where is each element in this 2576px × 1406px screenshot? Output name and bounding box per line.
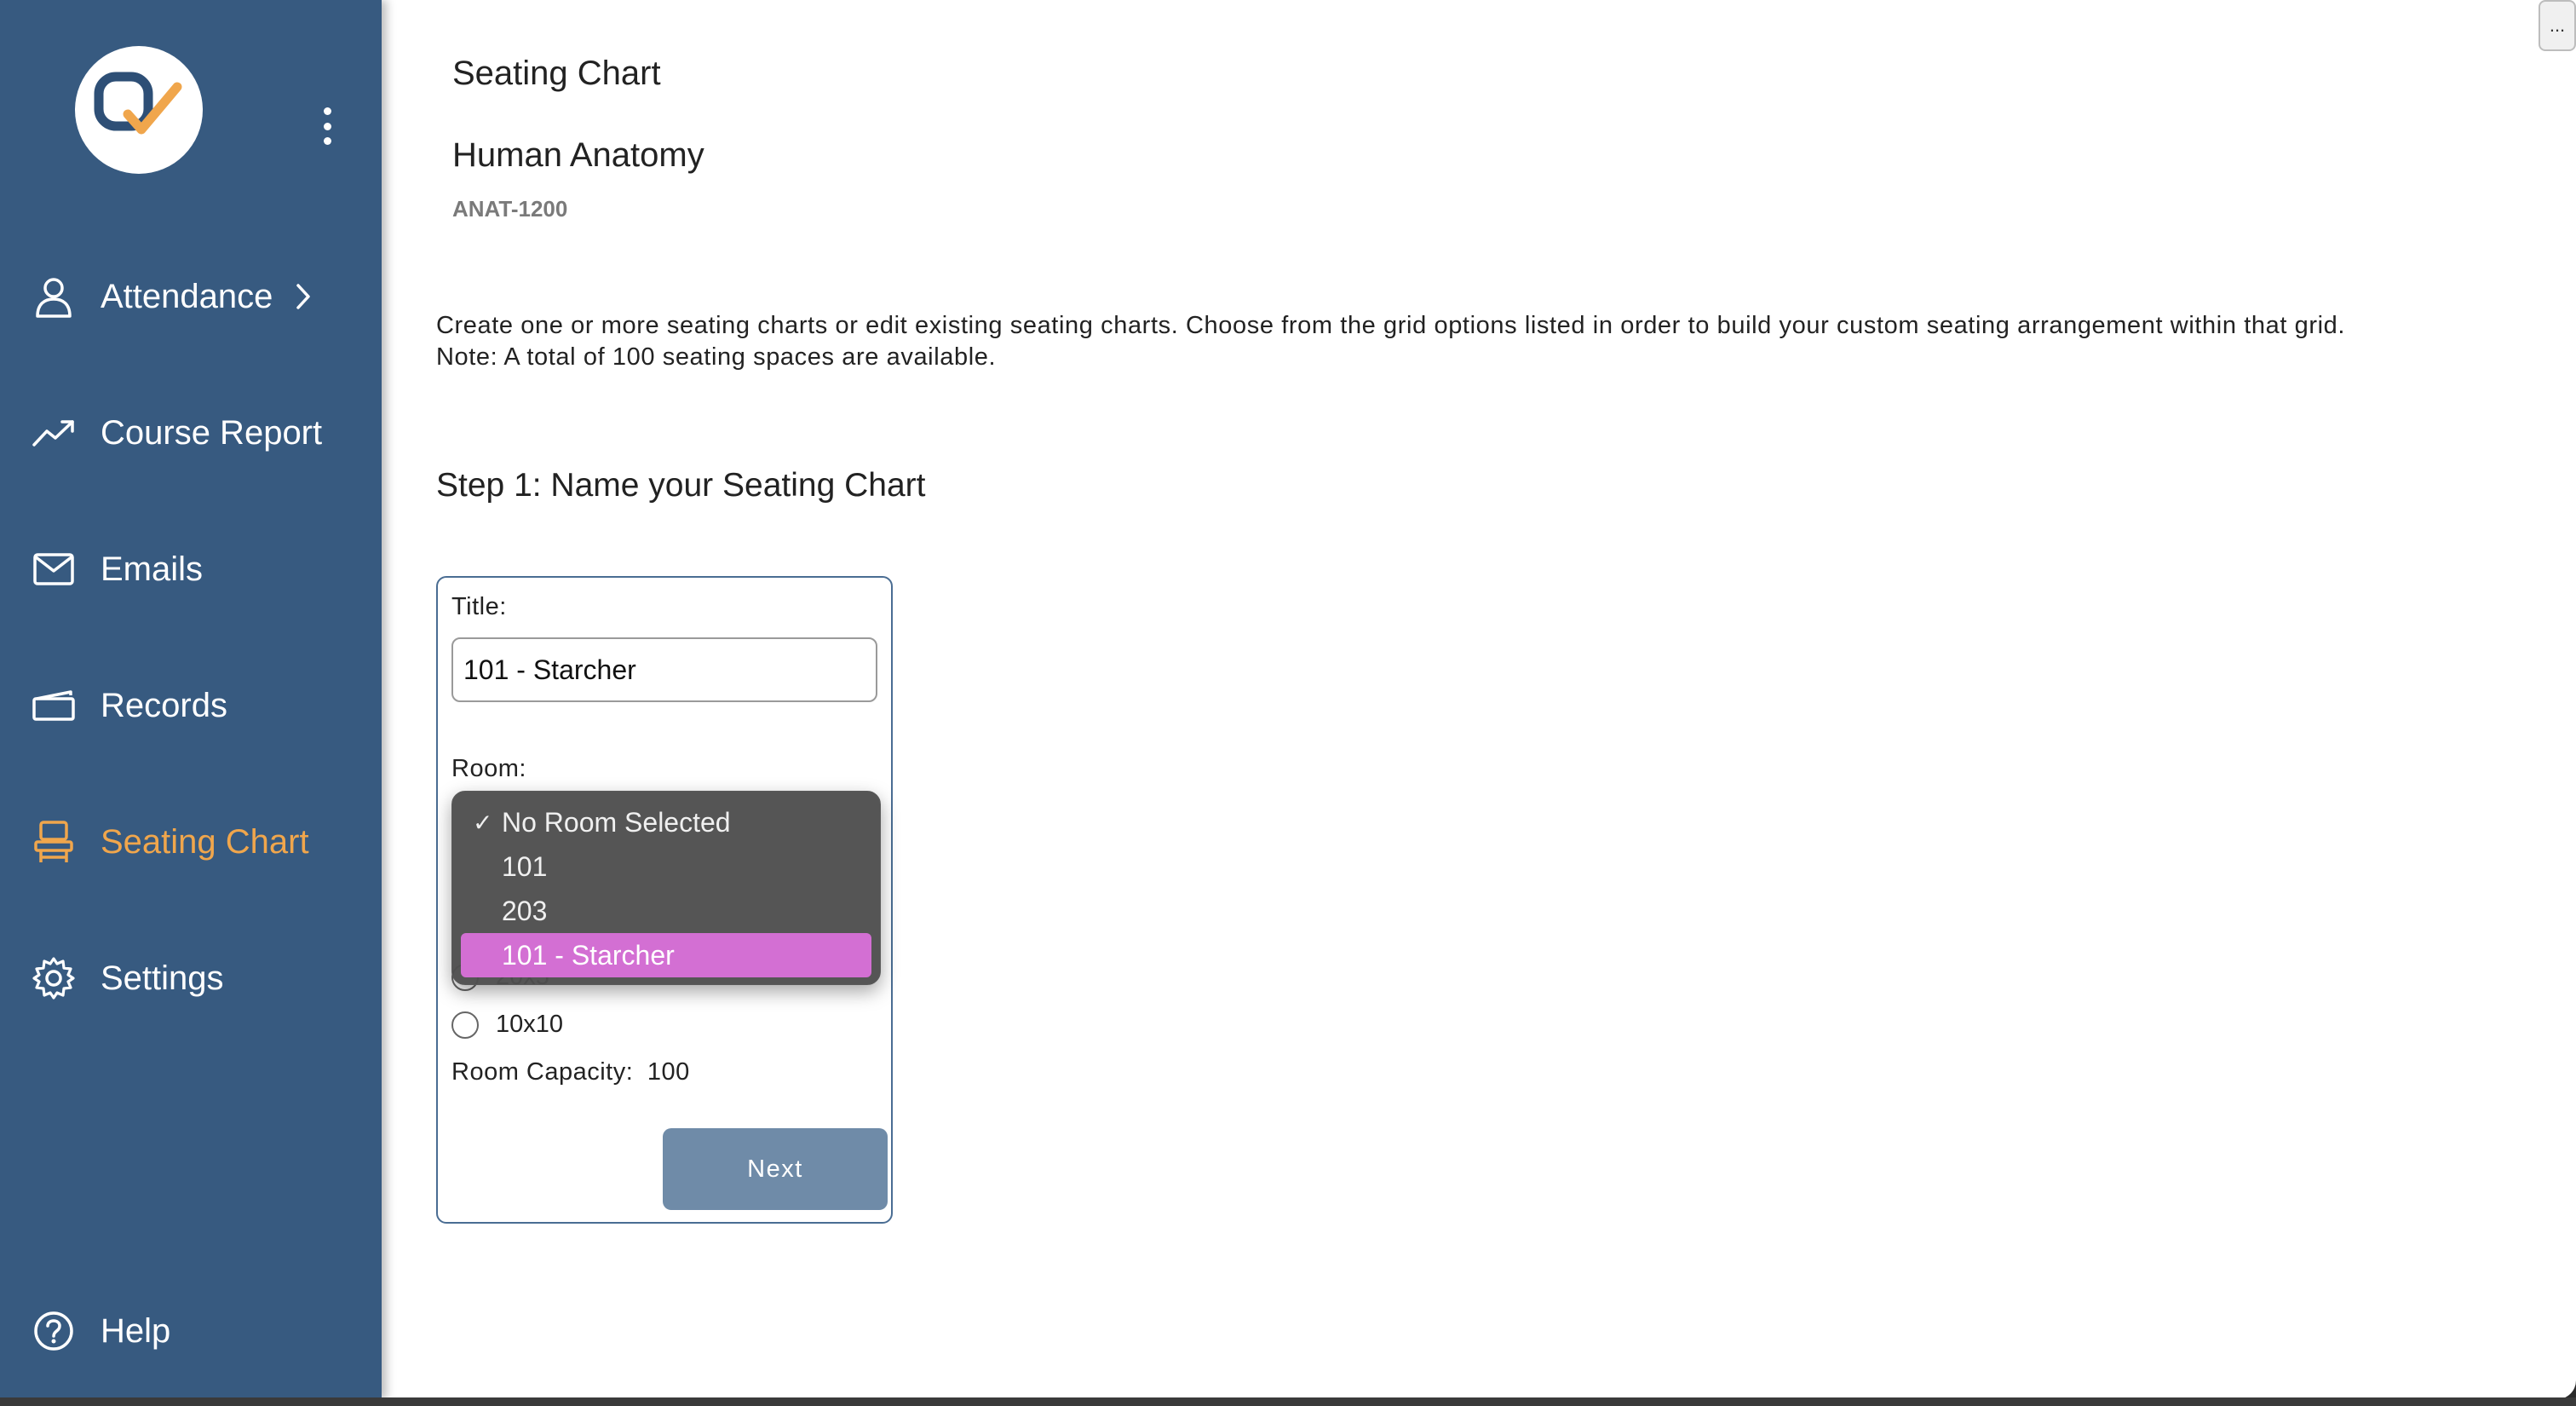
dropdown-option-label: 101 [502, 850, 548, 882]
dropdown-option-label: 203 [502, 895, 548, 926]
room-label: Room: [451, 755, 526, 782]
sidebar-item-records[interactable]: Records [29, 676, 227, 735]
description-line: Create one or more seating charts or edi… [436, 312, 2346, 339]
trending-up-icon [29, 408, 78, 458]
app-logo[interactable] [75, 46, 203, 174]
sidebar-item-course-report[interactable]: Course Report [29, 403, 322, 463]
radio-button[interactable] [451, 1011, 479, 1039]
more-options-icon[interactable] [315, 107, 339, 145]
page-title: Seating Chart [452, 55, 661, 92]
room-dropdown-menu: ✓ No Room Selected 101 203 101 - Starche… [451, 791, 881, 985]
description: Create one or more seating charts or edi… [436, 310, 2345, 373]
room-capacity-label: Room Capacity: [451, 1058, 634, 1086]
records-icon [29, 681, 78, 730]
main-content: Seating Chart Human Anatomy ANAT-1200 Cr… [382, 0, 2576, 1399]
envelope-icon [29, 545, 78, 594]
help-label: Help [101, 1311, 171, 1350]
sidebar-item-seating-chart[interactable]: Seating Chart [29, 812, 309, 872]
chair-icon [29, 817, 78, 867]
next-button[interactable]: Next [663, 1128, 888, 1210]
title-label: Title: [451, 593, 507, 620]
dropdown-option-label: 101 - Starcher [502, 939, 675, 971]
more-button[interactable]: ... [2539, 0, 2576, 51]
dropdown-option-label: No Room Selected [502, 806, 731, 838]
sidebar-item-emails[interactable]: Emails [29, 539, 203, 599]
sidebar-item-attendance[interactable]: Attendance [29, 267, 312, 326]
dropdown-option-no-room[interactable]: ✓ No Room Selected [461, 800, 871, 844]
chevron-right-icon [295, 283, 312, 310]
help-circle-icon [29, 1306, 78, 1356]
room-capacity-value: 100 [647, 1058, 690, 1086]
gear-icon [29, 954, 78, 1003]
course-code: ANAT-1200 [452, 196, 568, 222]
dropdown-option-203[interactable]: 203 [461, 889, 871, 933]
dropdown-option-101[interactable]: 101 [461, 844, 871, 889]
sidebar: Attendance Course Report Emails Records [0, 0, 382, 1399]
sidebar-item-settings[interactable]: Settings [29, 948, 224, 1008]
grid-option-10x10[interactable]: 10x10 [451, 1011, 563, 1039]
sidebar-item-label: Attendance [101, 277, 273, 315]
desktop-edge [0, 1397, 2576, 1406]
logo-check-icon [94, 72, 182, 135]
sidebar-item-label: Emails [101, 550, 204, 588]
sidebar-item-help[interactable]: Help [29, 1301, 170, 1361]
app-window: Attendance Course Report Emails Records [0, 0, 2576, 1399]
course-name: Human Anatomy [452, 136, 704, 174]
title-input[interactable] [451, 637, 877, 702]
sidebar-item-label: Records [101, 686, 227, 724]
description-note: Note: A total of 100 seating spaces are … [436, 343, 997, 371]
grid-option-label: 10x10 [496, 1011, 564, 1038]
sidebar-item-label: Course Report [101, 413, 323, 452]
sidebar-item-label: Seating Chart [101, 822, 309, 861]
step-title: Step 1: Name your Seating Chart [436, 467, 926, 504]
sidebar-item-label: Settings [101, 959, 224, 997]
dropdown-option-101-starcher[interactable]: 101 - Starcher [461, 933, 871, 977]
room-capacity: Room Capacity: 100 [451, 1058, 690, 1086]
person-icon [29, 272, 78, 321]
checkmark-icon: ✓ [473, 809, 493, 836]
